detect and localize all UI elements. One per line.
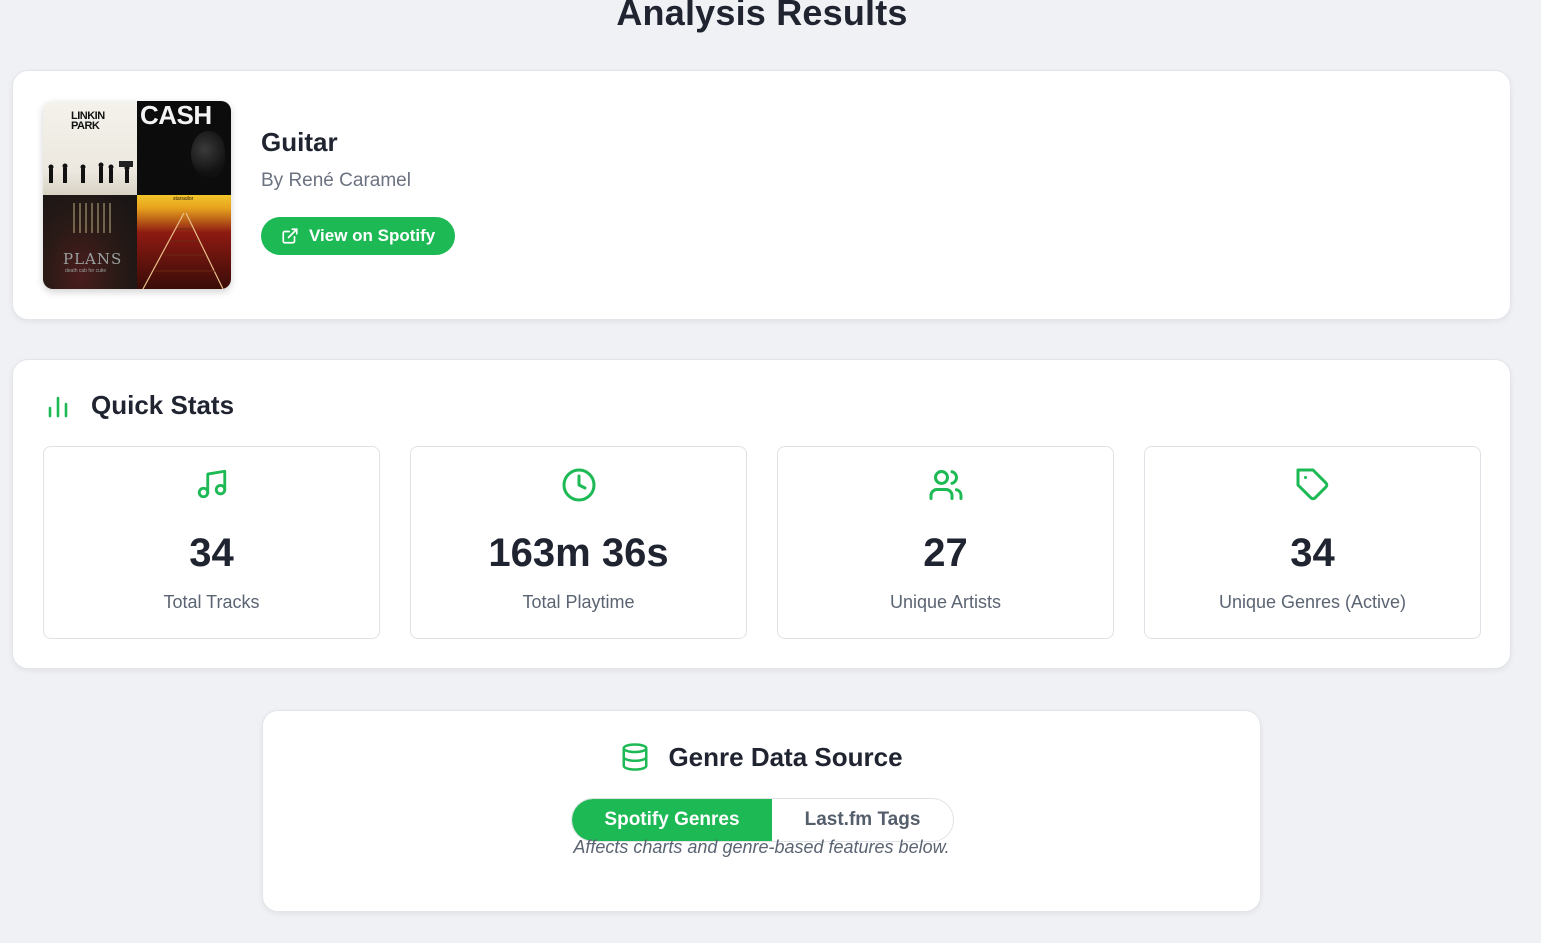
cover-tile-plans-subtext: death cab for cutie bbox=[65, 268, 107, 274]
quick-stats-header: Quick Stats bbox=[47, 390, 234, 421]
cover-tile-linkin-park-text: LINKIN PARK bbox=[71, 110, 105, 132]
clock-icon bbox=[562, 468, 595, 502]
bar-chart-icon bbox=[48, 396, 68, 417]
tag-icon bbox=[1296, 468, 1328, 501]
genre-data-source-header: Genre Data Source bbox=[263, 741, 1260, 773]
stat-unique-artists: 27 Unique Artists bbox=[777, 446, 1114, 639]
users-icon bbox=[929, 470, 962, 500]
band-figures-image bbox=[48, 161, 133, 183]
music-note-icon bbox=[197, 469, 226, 499]
cover-tile-plans: PLANS death cab for cutie bbox=[43, 195, 137, 289]
stat-value: 163m 36s bbox=[488, 531, 669, 575]
playlist-card: LINKIN PARK CASH PLANS death cab for cut… bbox=[12, 70, 1511, 320]
stat-value: 27 bbox=[923, 531, 968, 575]
playlist-cover: LINKIN PARK CASH PLANS death cab for cut… bbox=[43, 101, 231, 289]
view-on-spotify-button[interactable]: View on Spotify bbox=[261, 217, 456, 255]
genre-data-source-card: Genre Data Source Spotify Genres Last.fm… bbox=[262, 710, 1261, 912]
stat-total-tracks: 34 Total Tracks bbox=[43, 446, 380, 639]
cover-tile-starsailor: starsailor bbox=[137, 195, 231, 289]
quick-stats-title: Quick Stats bbox=[91, 390, 235, 420]
quick-stats-card: Quick Stats 34 Total Tracks 163m 36s Tot… bbox=[12, 359, 1511, 669]
stat-label: Unique Artists bbox=[889, 592, 1002, 612]
cover-tile-cash: CASH bbox=[137, 101, 231, 195]
stat-total-playtime: 163m 36s Total Playtime bbox=[410, 446, 747, 639]
portrait-image bbox=[191, 131, 225, 177]
cover-tile-linkin-park: LINKIN PARK bbox=[43, 101, 137, 195]
spotify-genres-option[interactable]: Spotify Genres bbox=[572, 799, 772, 841]
stat-unique-genres: 34 Unique Genres (Active) bbox=[1144, 446, 1481, 639]
external-link-icon bbox=[282, 228, 298, 244]
database-icon bbox=[622, 743, 648, 771]
playlist-owner: By René Caramel bbox=[261, 170, 411, 191]
lastfm-tags-option[interactable]: Last.fm Tags bbox=[772, 799, 953, 841]
stat-label: Unique Genres (Active) bbox=[1218, 592, 1407, 612]
railroad-tracks-image bbox=[142, 212, 224, 289]
view-on-spotify-label: View on Spotify bbox=[309, 226, 436, 245]
cover-tile-plans-text: PLANS bbox=[63, 250, 123, 268]
genre-source-toggle: Spotify Genres Last.fm Tags bbox=[571, 798, 954, 842]
cover-tile-cash-text: CASH bbox=[140, 101, 212, 130]
cover-tile-starsailor-text: starsailor bbox=[173, 196, 194, 202]
genre-data-source-title: Genre Data Source bbox=[668, 741, 903, 772]
stat-label: Total Tracks bbox=[163, 592, 260, 612]
lights-image bbox=[73, 203, 113, 233]
genre-source-note: Affects charts and genre-based features … bbox=[573, 837, 950, 857]
stat-value: 34 bbox=[189, 531, 234, 575]
playlist-name: Guitar bbox=[261, 127, 338, 157]
page-title: Analysis Results bbox=[616, 0, 908, 33]
stat-value: 34 bbox=[1290, 531, 1335, 575]
stat-label: Total Playtime bbox=[522, 592, 635, 612]
